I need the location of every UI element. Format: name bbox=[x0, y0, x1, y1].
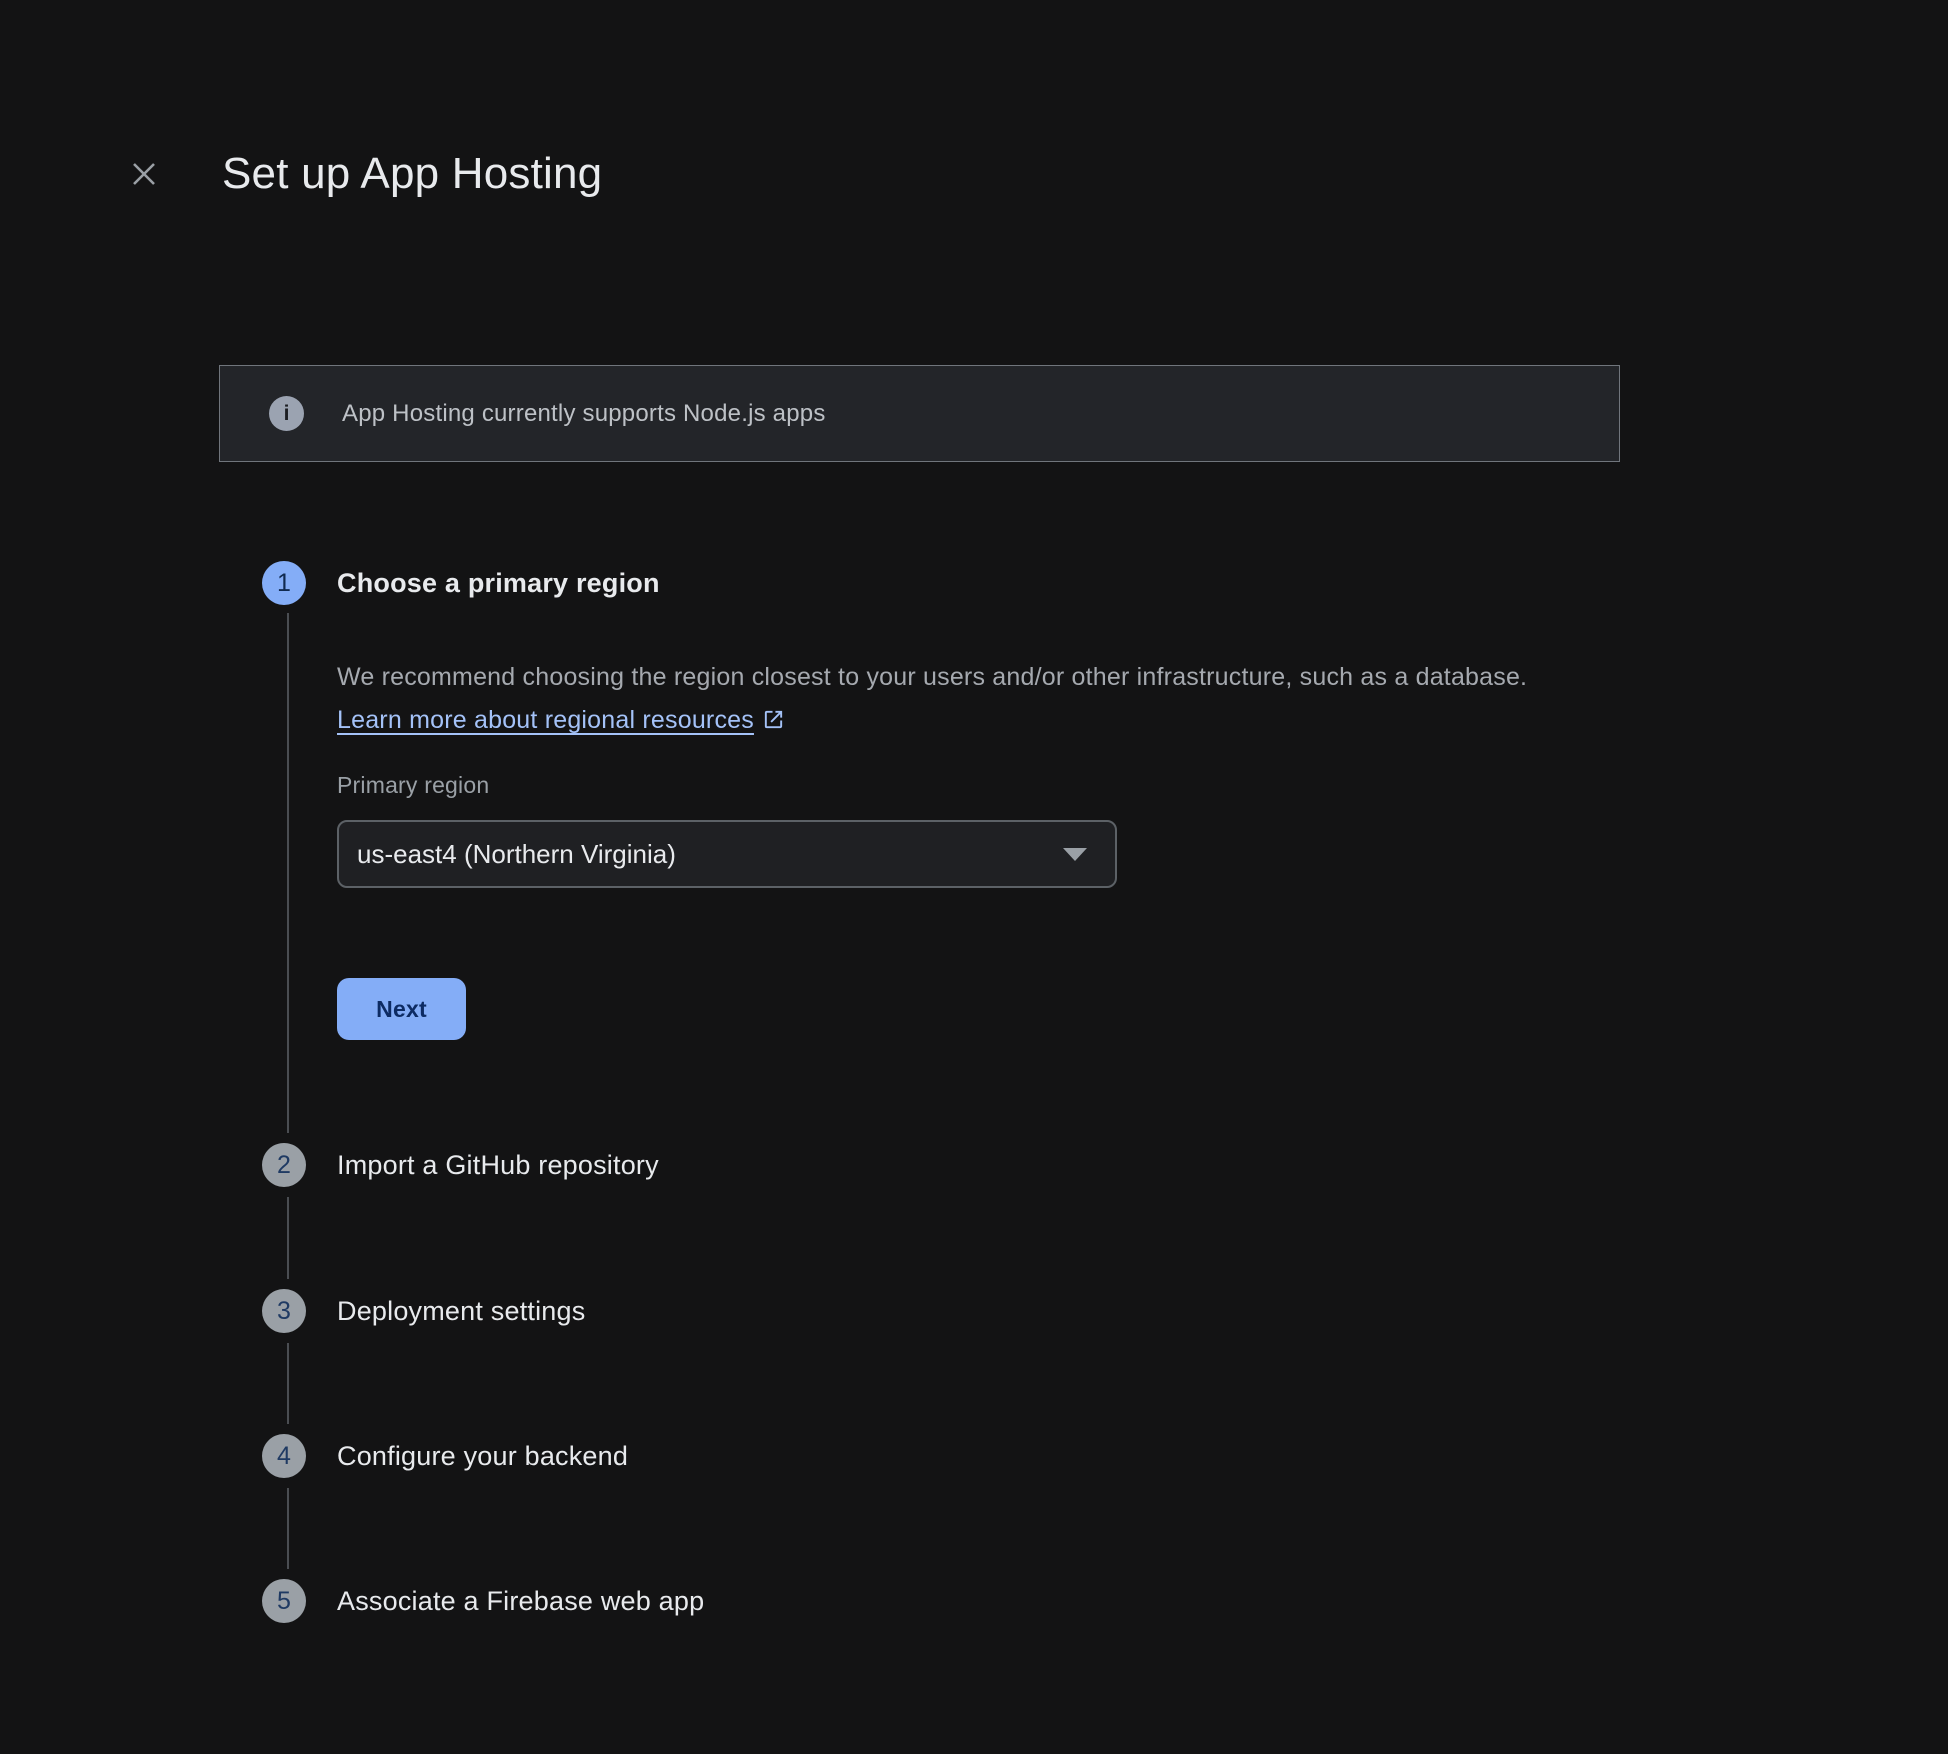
step-5-label: Associate a Firebase web app bbox=[337, 1579, 704, 1623]
external-link-icon bbox=[762, 702, 785, 745]
primary-region-label: Primary region bbox=[337, 772, 489, 799]
learn-more-link-label: Learn more about regional resources bbox=[337, 706, 754, 734]
info-banner: i App Hosting currently supports Node.js… bbox=[219, 365, 1620, 462]
next-button[interactable]: Next bbox=[337, 978, 466, 1040]
page-title: Set up App Hosting bbox=[222, 146, 602, 202]
step-3-indicator: 3 bbox=[262, 1289, 306, 1333]
info-banner-text: App Hosting currently supports Node.js a… bbox=[342, 400, 826, 428]
learn-more-link[interactable]: Learn more about regional resources bbox=[337, 706, 754, 734]
step-4-label: Configure your backend bbox=[337, 1434, 628, 1478]
info-icon: i bbox=[269, 396, 304, 431]
step-2-indicator: 2 bbox=[262, 1143, 306, 1187]
step-2-label: Import a GitHub repository bbox=[337, 1143, 659, 1187]
step-3-label: Deployment settings bbox=[337, 1289, 585, 1333]
primary-region-select[interactable]: us-east4 (Northern Virginia) bbox=[337, 820, 1117, 888]
close-icon bbox=[129, 159, 159, 189]
chevron-down-icon bbox=[1063, 848, 1087, 861]
step-4-indicator: 4 bbox=[262, 1434, 306, 1478]
step-5-indicator: 5 bbox=[262, 1579, 306, 1623]
step-1-description: We recommend choosing the region closest… bbox=[337, 656, 1542, 745]
close-button[interactable] bbox=[126, 156, 162, 192]
step-1-indicator: 1 bbox=[262, 561, 306, 605]
primary-region-value: us-east4 (Northern Virginia) bbox=[357, 839, 1063, 870]
step-connector bbox=[287, 1343, 289, 1424]
step-connector bbox=[287, 613, 289, 1133]
description-text: We recommend choosing the region closest… bbox=[337, 663, 1527, 691]
step-1-label: Choose a primary region bbox=[337, 561, 660, 605]
step-connector bbox=[287, 1488, 289, 1569]
step-connector bbox=[287, 1197, 289, 1279]
